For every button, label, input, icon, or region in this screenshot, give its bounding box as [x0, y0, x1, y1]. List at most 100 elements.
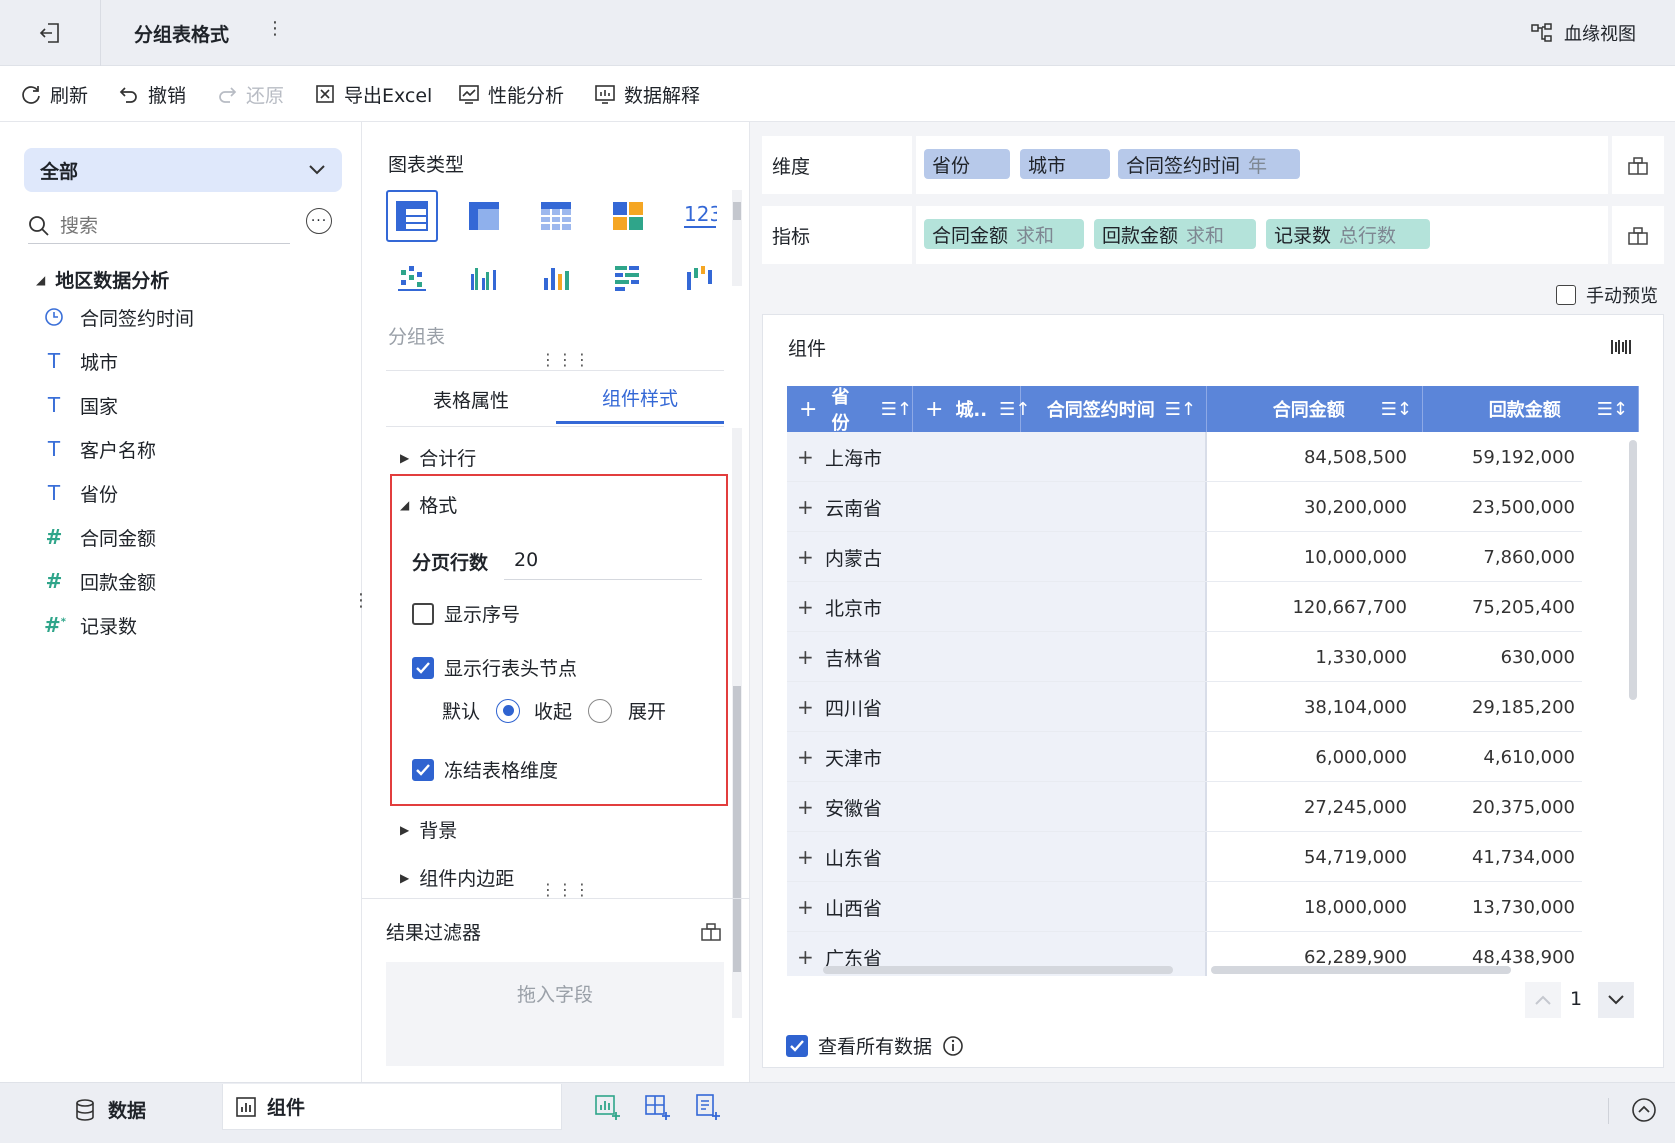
chart-type-scatter[interactable] — [386, 252, 438, 304]
field-item[interactable]: #* 记录数 — [44, 605, 137, 645]
table-row[interactable]: + 山西省 18,000,000 13,730,000 — [787, 882, 1582, 932]
performance-button[interactable]: 性能分析 — [458, 66, 564, 122]
dimension-pill[interactable]: 合同签约时间年 — [1118, 149, 1300, 179]
expand-row-icon[interactable]: + — [797, 695, 814, 719]
refresh-button[interactable]: 刷新 — [20, 66, 88, 122]
chart-type-bar[interactable] — [530, 252, 582, 304]
expand-row-icon[interactable]: + — [797, 945, 814, 969]
field-item[interactable]: # 回款金额 — [44, 561, 156, 601]
section-format[interactable]: ◢ 格式 — [400, 491, 457, 518]
redo-button[interactable]: 还原 — [216, 66, 284, 122]
export-excel-button[interactable]: 导出Excel — [314, 66, 432, 122]
field-item[interactable]: T 国家 — [44, 385, 118, 425]
table-row[interactable]: + 内蒙古 10,000,000 7,860,000 — [787, 532, 1582, 582]
field-search[interactable] — [28, 208, 290, 244]
search-input[interactable] — [60, 214, 270, 237]
tab-component-style[interactable]: 组件样式 — [556, 374, 724, 424]
undo-button[interactable]: 撤销 — [118, 66, 186, 122]
table-row[interactable]: + 天津市 6,000,000 4,610,000 — [787, 732, 1582, 782]
tab-table-props[interactable]: 表格属性 — [386, 374, 556, 424]
sort-icon[interactable]: ☰↕ — [1597, 399, 1628, 420]
collapse-up-icon[interactable] — [1630, 1096, 1658, 1124]
expand-row-icon[interactable]: + — [797, 645, 814, 669]
expand-all-icon[interactable]: + — [799, 397, 817, 422]
chart-type-waterfall[interactable] — [674, 252, 726, 304]
section-background[interactable]: ▶ 背景 — [400, 816, 457, 843]
expand-row-icon[interactable]: + — [797, 745, 814, 769]
chart-type-group-table[interactable] — [386, 190, 438, 242]
add-component-icon[interactable] — [594, 1093, 624, 1123]
field-item[interactable]: 合同签约时间 — [44, 297, 194, 337]
show-row-header-nodes-checkbox[interactable]: 显示行表头节点 — [412, 654, 577, 681]
data-explain-button[interactable]: 数据解释 — [594, 66, 700, 122]
table-row[interactable]: + 山东省 54,719,000 41,734,000 — [787, 832, 1582, 882]
chart-type-kpi[interactable] — [602, 190, 654, 242]
chart-type-cross-table[interactable] — [530, 190, 582, 242]
radio-expand[interactable] — [588, 698, 613, 723]
chart-type-detail-table[interactable] — [458, 190, 510, 242]
sort-icon[interactable]: ☰↑ — [881, 399, 912, 420]
folder-region-analysis[interactable]: ◢ 地区数据分析 — [36, 266, 169, 293]
expand-all-icon[interactable]: + — [925, 397, 943, 422]
field-item[interactable]: # 合同金额 — [44, 517, 156, 557]
dimension-pill[interactable]: 城市 — [1020, 149, 1110, 179]
radio-collapse[interactable] — [496, 698, 521, 723]
page-next-button[interactable] — [1598, 982, 1634, 1018]
field-item[interactable]: T 城市 — [44, 341, 118, 381]
exit-icon[interactable] — [36, 18, 66, 48]
indicator-pill[interactable]: 合同金额 求和 — [924, 219, 1084, 249]
chart-type-number[interactable]: 123 — [674, 190, 726, 242]
horizontal-scrollbar[interactable] — [1211, 966, 1511, 974]
expand-row-icon[interactable]: + — [797, 845, 814, 869]
section-total-row[interactable]: ▶ 合计行 — [400, 444, 476, 471]
result-filter-dropzone[interactable]: 拖入字段 — [386, 962, 724, 1066]
header-contract-date[interactable]: 合同签约时间 ☰↑ — [1021, 386, 1207, 432]
header-contract-amount[interactable]: 合同金额 ☰↕ — [1207, 386, 1423, 432]
table-row[interactable]: + 吉林省 1,330,000 630,000 — [787, 632, 1582, 682]
expand-row-icon[interactable]: + — [797, 595, 814, 619]
show-index-checkbox[interactable]: 显示序号 — [412, 600, 520, 627]
field-item[interactable]: T 客户名称 — [44, 429, 156, 469]
sort-icon[interactable]: ☰↕ — [1381, 399, 1412, 420]
table-row[interactable]: + 四川省 38,104,000 29,185,200 — [787, 682, 1582, 732]
table-row[interactable]: + 云南省 30,200,000 23,500,000 — [787, 482, 1582, 532]
page-prev-button[interactable] — [1525, 982, 1561, 1018]
page-rows-input[interactable]: 20 — [504, 540, 702, 580]
section-padding[interactable]: ▶ 组件内边距 — [400, 864, 514, 891]
dimension-pill[interactable]: 省份 — [924, 149, 1010, 179]
header-payment-amount[interactable]: 回款金额 ☰↕ — [1423, 386, 1639, 432]
table-row[interactable]: + 上海市 84,508,500 59,192,000 — [787, 432, 1582, 482]
settings-scrollbar[interactable] — [732, 428, 742, 1018]
vertical-scrollbar[interactable] — [1629, 440, 1637, 700]
expand-row-icon[interactable]: + — [797, 545, 814, 569]
table-row[interactable]: + 安徽省 27,245,000 20,375,000 — [787, 782, 1582, 832]
filter-clear-icon[interactable] — [700, 920, 722, 942]
expand-row-icon[interactable]: + — [797, 795, 814, 819]
expand-row-icon[interactable]: + — [797, 495, 814, 519]
drag-handle[interactable]: ⋮⋮⋮ — [540, 350, 591, 369]
expand-row-icon[interactable]: + — [797, 445, 814, 469]
frozen-horizontal-scrollbar[interactable] — [823, 966, 1173, 974]
barcode-icon[interactable] — [1610, 336, 1632, 358]
drag-handle[interactable]: ⋮⋮⋮ — [540, 880, 591, 899]
header-province[interactable]: + 省份 ☰↑ — [787, 386, 913, 434]
info-icon[interactable] — [942, 1035, 964, 1057]
indicator-clear-icon[interactable] — [1612, 206, 1664, 264]
more-icon[interactable]: ⋮ — [266, 18, 284, 39]
view-all-data-checkbox[interactable]: 查看所有数据 — [786, 1032, 964, 1059]
indicator-pill[interactable]: 记录数 总行数 — [1266, 219, 1430, 249]
more-options-icon[interactable]: ··· — [306, 208, 332, 234]
manual-preview-checkbox[interactable]: 手动预览 — [1556, 282, 1658, 308]
expand-row-icon[interactable]: + — [797, 895, 814, 919]
lineage-view-button[interactable]: 血缘视图 — [1530, 20, 1636, 46]
dataset-select[interactable]: 全部 — [24, 148, 342, 192]
indicator-pill[interactable]: 回款金额 求和 — [1094, 219, 1256, 249]
chart-type-horizontal-bar[interactable] — [602, 252, 654, 304]
tab-component[interactable]: 组件 — [222, 1084, 562, 1130]
dimension-clear-icon[interactable] — [1612, 136, 1664, 194]
header-city[interactable]: + 城.. ☰↑ — [913, 386, 1030, 432]
tab-data[interactable]: 数据 — [74, 1096, 146, 1123]
chart-type-grouped-bar[interactable] — [458, 252, 510, 304]
add-dashboard-icon[interactable] — [644, 1093, 674, 1123]
field-item[interactable]: T 省份 — [44, 473, 118, 513]
